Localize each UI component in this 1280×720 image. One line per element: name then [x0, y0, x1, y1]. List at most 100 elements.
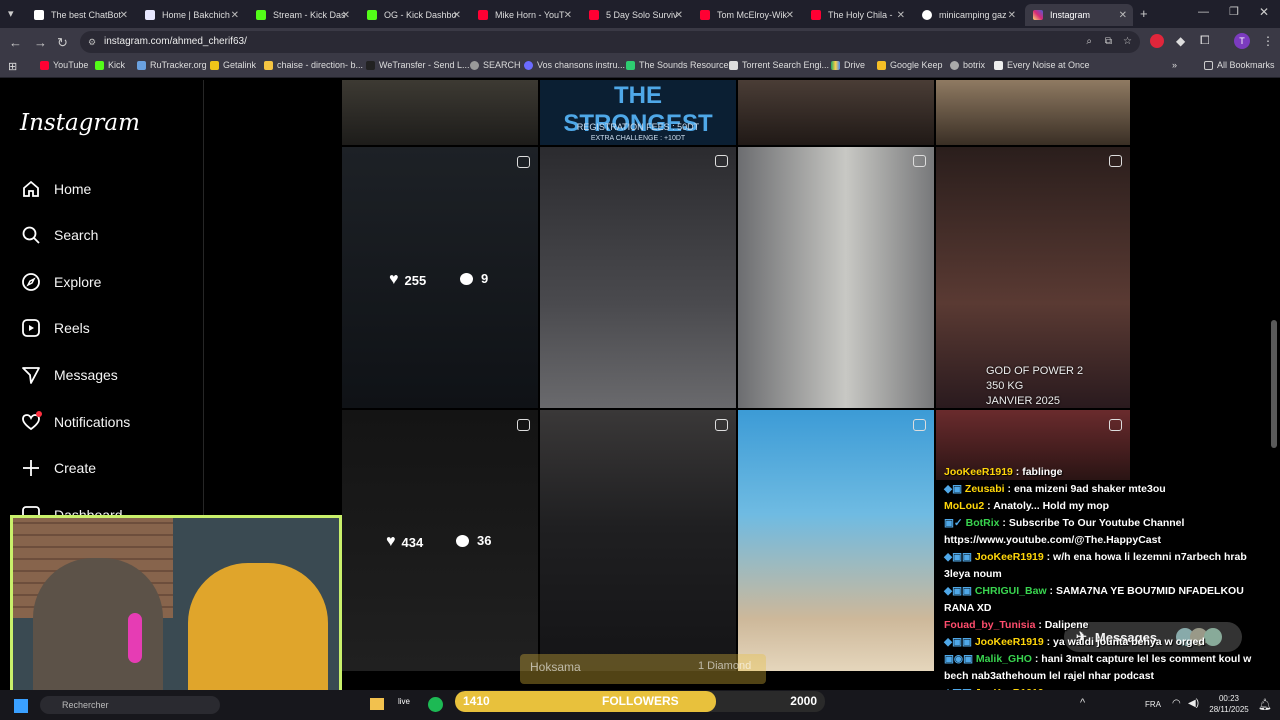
windows-start-icon[interactable] — [14, 699, 28, 713]
bookmark-item[interactable]: Every Noise at Once — [994, 60, 1090, 70]
wifi-icon[interactable]: ◠ — [1172, 698, 1181, 709]
bookmark-item[interactable]: RuTracker.org — [137, 60, 207, 70]
bookmarks-overflow-icon[interactable]: » — [1172, 60, 1177, 70]
close-icon[interactable]: ✕ — [453, 10, 461, 21]
nav-messages[interactable]: Messages — [20, 360, 118, 390]
close-icon[interactable]: ✕ — [897, 10, 905, 21]
minimize-button[interactable]: — — [1198, 6, 1209, 18]
browser-tab[interactable]: The Holy Chila - ✕ — [803, 4, 911, 26]
browser-tab[interactable]: Tom McElroy-Wik ✕ — [692, 4, 800, 26]
bookmark-item[interactable]: WeTransfer - Send L... — [366, 60, 470, 70]
adblock-icon[interactable] — [1150, 34, 1164, 48]
post-thumbnail[interactable]: GOD OF POWER 2 350 KG JANVIER 2025 — [936, 147, 1130, 408]
likes-count: ♥ 255 — [389, 271, 426, 289]
bookmark-item[interactable]: Vos chansons instru... — [524, 60, 625, 70]
spotify-icon[interactable] — [428, 697, 443, 712]
bookmark-star-icon[interactable]: ☆ — [1123, 31, 1132, 53]
comments-count: 36 — [456, 533, 491, 548]
chat-user: Malik_GHO — [975, 653, 1032, 665]
tray-icon[interactable]: ^ — [1080, 697, 1085, 709]
bookmark-item[interactable]: YouTube — [40, 60, 88, 70]
tab-search-icon[interactable]: ▾ — [8, 7, 14, 20]
post-thumbnail-poster[interactable]: THE STRONGEST REGISTRATION FEES : 50DT E… — [540, 80, 736, 145]
taskbar-app-icon[interactable] — [370, 698, 384, 710]
page-icon — [994, 60, 1003, 70]
browser-tab[interactable]: The best ChatBot ✕ — [26, 4, 134, 26]
taskbar-app-icon[interactable]: live — [398, 697, 410, 706]
install-icon[interactable]: ⧉ — [1105, 31, 1112, 53]
close-icon[interactable]: ✕ — [564, 10, 572, 21]
nav-label: Create — [54, 460, 97, 476]
post-thumbnail[interactable] — [342, 80, 538, 145]
tab-label: 5 Day Solo Surviv — [606, 10, 678, 20]
browser-tab[interactable]: minicamping gaz ✕ — [914, 4, 1022, 26]
extension-icon[interactable]: ◆ — [1176, 34, 1185, 48]
restore-button[interactable]: ❐ — [1229, 5, 1239, 18]
page-scrollbar[interactable] — [1271, 320, 1277, 448]
post-thumbnail[interactable] — [738, 410, 934, 671]
caption-line: GOD OF POWER 2 — [986, 365, 1084, 377]
bookmark-item[interactable]: botrix — [950, 60, 985, 70]
profile-avatar[interactable]: T — [1234, 33, 1250, 49]
close-icon[interactable]: ✕ — [342, 10, 350, 21]
nav-explore[interactable]: Explore — [20, 267, 101, 297]
back-button[interactable]: ← — [9, 35, 22, 50]
browser-tab[interactable]: OG - Kick Dashbo ✕ — [359, 4, 467, 26]
post-thumbnail[interactable] — [936, 80, 1130, 145]
browser-tab[interactable]: Stream - Kick Das ✕ — [248, 4, 356, 26]
nav-reels[interactable]: Reels — [20, 313, 90, 343]
chat-user: Fouad_by_Tunisia — [944, 619, 1036, 631]
post-thumbnail[interactable] — [540, 147, 736, 408]
post-thumbnail-hovered[interactable]: ♥ 434 36 — [342, 410, 538, 671]
bookmark-item[interactable]: Torrent Search Engi... — [729, 60, 829, 70]
bookmark-item[interactable]: Google Keep — [877, 60, 943, 70]
bookmark-item[interactable]: Getalink — [210, 60, 256, 70]
post-thumbnail-hovered[interactable]: ♥ 255 9 — [342, 147, 538, 408]
forward-button[interactable]: → — [34, 35, 47, 50]
zoom-icon[interactable]: ⌕ — [1086, 31, 1092, 53]
post-thumbnail[interactable] — [540, 410, 736, 671]
url-input[interactable]: ⚙ instagram.com/ahmed_cherif63/ ⌕ ⧉ ☆ — [80, 31, 1140, 53]
bookmark-item[interactable]: Drive — [831, 60, 865, 70]
likes-value: 434 — [401, 534, 424, 550]
browser-tab[interactable]: Mike Horn - YouT ✕ — [470, 4, 578, 26]
nav-notifications[interactable]: Notifications — [20, 407, 130, 437]
close-icon[interactable]: ✕ — [1119, 10, 1127, 21]
clock[interactable]: 00:23 28/11/2025 — [1205, 693, 1253, 715]
site-info-icon[interactable]: ⚙ — [88, 31, 96, 53]
taskbar-search[interactable]: Rechercher — [40, 696, 220, 714]
badge-icon: ◆▣▣ — [944, 636, 975, 648]
extensions-puzzle-icon[interactable]: ⧠ — [1200, 33, 1210, 48]
close-icon[interactable]: ✕ — [120, 10, 128, 21]
close-icon[interactable]: ✕ — [1008, 10, 1016, 21]
bookmark-label: botrix — [963, 60, 986, 70]
tab-label: minicamping gaz — [939, 10, 1007, 20]
browser-tab-active[interactable]: Instagram ✕ — [1025, 4, 1133, 26]
close-icon[interactable]: ✕ — [231, 10, 239, 21]
close-window-button[interactable]: ✕ — [1259, 5, 1269, 19]
lang-indicator[interactable]: FRA — [1145, 700, 1161, 709]
nav-home[interactable]: Home — [20, 174, 91, 204]
new-tab-button[interactable]: + — [1140, 6, 1148, 21]
volume-icon[interactable]: ◀) — [1188, 698, 1199, 709]
bookmark-item[interactable]: SEARCH — [470, 60, 521, 70]
close-icon[interactable]: ✕ — [675, 10, 683, 21]
reload-button[interactable]: ↻ — [57, 35, 68, 51]
bookmark-item[interactable]: The Sounds Resource — [626, 60, 729, 70]
instagram-logo[interactable]: Instagram — [20, 110, 140, 136]
heart-icon — [20, 411, 42, 433]
close-icon[interactable]: ✕ — [786, 10, 794, 21]
bookmark-item[interactable]: chaise - direction- b... — [264, 60, 363, 70]
browser-tab[interactable]: 5 Day Solo Surviv ✕ — [581, 4, 689, 26]
hoksama-left: Hoksama — [530, 660, 581, 674]
notification-bell-icon[interactable]: 🔔︎ — [1258, 698, 1272, 711]
bookmark-item[interactable]: Kick — [95, 60, 125, 70]
post-thumbnail[interactable] — [738, 147, 934, 408]
apps-grid-icon[interactable]: ⊞ — [8, 60, 17, 73]
browser-tab[interactable]: Home | Bakchich ✕ — [137, 4, 245, 26]
menu-kebab-icon[interactable]: ⋮ — [1262, 34, 1274, 48]
post-thumbnail[interactable] — [738, 80, 934, 145]
nav-create[interactable]: Create — [20, 453, 96, 483]
all-bookmarks[interactable]: All Bookmarks — [1204, 60, 1275, 70]
nav-search[interactable]: Search — [20, 220, 98, 250]
